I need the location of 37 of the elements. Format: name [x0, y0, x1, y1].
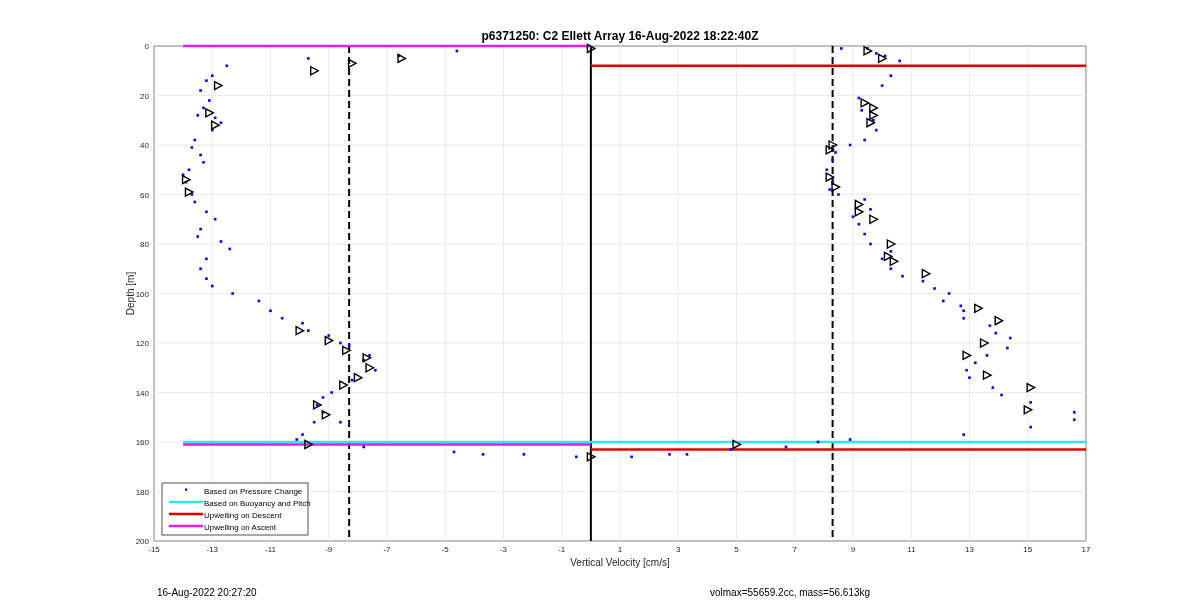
tick-label: 17 [1081, 545, 1091, 554]
tick-label: -3 [499, 545, 508, 554]
tick-label: -5 [441, 545, 449, 554]
tick-label: 60 [140, 190, 149, 200]
tick-label: -11 [265, 545, 276, 554]
tick-label: 11 [907, 545, 916, 554]
tick-label: -15 [148, 545, 160, 554]
legend-label: Upwelling on Descent [204, 510, 282, 520]
tick-label: 120 [135, 339, 149, 348]
tick-label: -1 [558, 545, 566, 554]
tick-label: 7 [792, 545, 797, 554]
tick-label: 200 [135, 537, 149, 546]
legend-label: Based on Buoyancy and Pitch [204, 498, 311, 508]
tick-label: -9 [325, 545, 333, 554]
tick-label: 80 [140, 240, 149, 249]
tick-label: 3 [676, 545, 681, 554]
tick-label: -13 [206, 545, 219, 554]
tick-label: 140 [135, 388, 149, 398]
tick-label: 15 [1023, 545, 1033, 554]
tick-label: 5 [734, 545, 739, 554]
legend-label: Upwelling on Ascent [204, 522, 277, 532]
tick-label: 160 [135, 438, 149, 447]
tick-label: 40 [140, 141, 149, 150]
tick-label: 9 [850, 545, 856, 554]
tick-label: -7 [383, 545, 391, 554]
axis-label: Depth [m] [125, 271, 136, 316]
tick-label: 13 [965, 545, 974, 554]
legend-label: Based on Pressure Change [204, 486, 303, 496]
tick-label: 100 [135, 289, 149, 299]
tick-label: 180 [135, 487, 149, 497]
axis-label: Vertical Velocity [cm/s] [570, 557, 670, 568]
tick-label: 0 [144, 42, 149, 51]
chart-title: p6371250: C2 Ellett Array 16-Aug-2022 18:22:40Z [481, 29, 759, 43]
parameters-text: volmax=55659.2cc, mass=56.613kg [710, 587, 871, 598]
timestamp: 16-Aug-2022 20:27:20 [157, 587, 258, 598]
tick-label: 20 [140, 91, 149, 101]
tick-label: 1 [617, 545, 623, 554]
